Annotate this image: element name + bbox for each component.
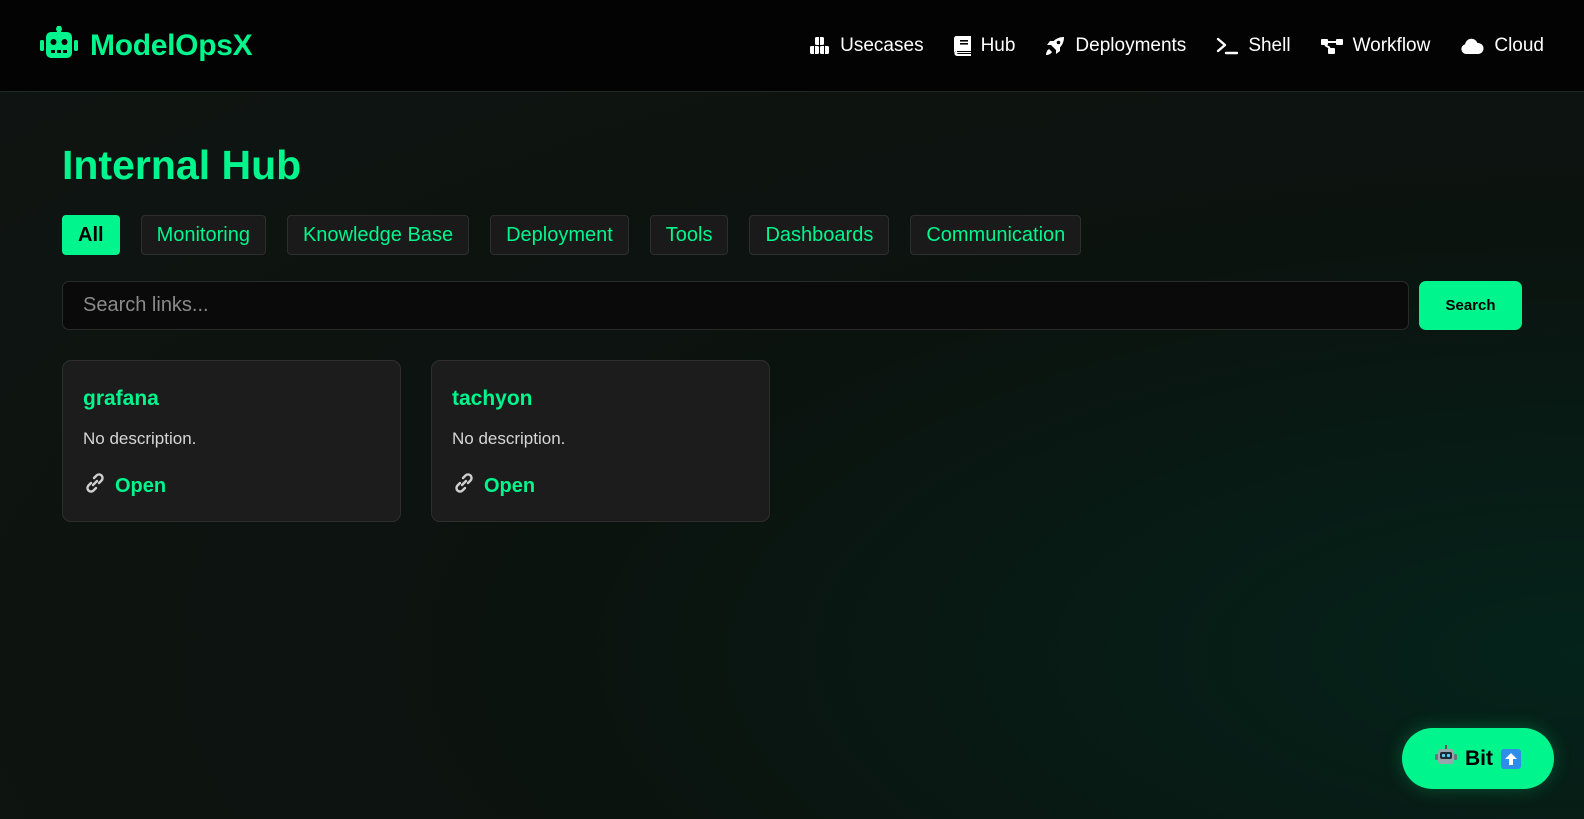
robot-icon	[40, 26, 78, 65]
card-open-link[interactable]: Open	[83, 471, 380, 501]
search-button[interactable]: Search	[1419, 281, 1522, 330]
nav-item-label: Deployments	[1075, 34, 1187, 56]
nav-item-workflow[interactable]: Workflow	[1320, 34, 1431, 57]
cubes-icon	[809, 36, 830, 56]
arrow-up-icon	[1501, 748, 1521, 769]
filter-knowledge-base[interactable]: Knowledge Base	[286, 215, 470, 255]
link-icon	[452, 471, 476, 501]
card-link-label: Open	[484, 474, 536, 497]
link-card-grafana: grafana No description. Open	[62, 360, 401, 522]
filter-monitoring[interactable]: Monitoring	[140, 215, 266, 255]
nav-item-hub[interactable]: Hub	[953, 34, 1016, 57]
filter-tools[interactable]: Tools	[649, 215, 729, 255]
cloud-icon	[1460, 37, 1484, 55]
filter-dashboards[interactable]: Dashboards	[749, 215, 890, 255]
card-link-label: Open	[115, 474, 167, 497]
nav-item-label: Usecases	[840, 34, 924, 56]
card-description: No description.	[452, 429, 566, 448]
card-title: grafana	[83, 387, 159, 410]
nav-item-usecases[interactable]: Usecases	[809, 34, 924, 57]
rocket-icon	[1045, 36, 1065, 56]
brand[interactable]: ModelOpsX	[40, 26, 253, 65]
search-bar: Search	[62, 281, 1522, 330]
nav-item-label: Workflow	[1352, 34, 1431, 56]
main-content: Internal Hub All Monitoring Knowledge Ba…	[0, 92, 1584, 522]
nav-item-label: Shell	[1248, 34, 1291, 56]
filter-communication[interactable]: Communication	[910, 215, 1082, 255]
nav-links: Usecases Hub Deployments Shell Workflow …	[809, 35, 1544, 57]
assistant-bit-button[interactable]: Bit	[1402, 728, 1554, 789]
assistant-label: Bit	[1465, 746, 1493, 770]
card-title: tachyon	[452, 387, 533, 410]
nav-item-label: Hub	[980, 34, 1016, 56]
link-card-tachyon: tachyon No description. Open	[431, 360, 770, 522]
link-cards: grafana No description. Open tachyon No	[62, 360, 1522, 522]
nav-item-shell[interactable]: Shell	[1216, 34, 1291, 57]
terminal-icon	[1216, 37, 1239, 55]
category-filters: All Monitoring Knowledge Base Deployment…	[62, 215, 1522, 255]
nav-item-label: Cloud	[1494, 34, 1544, 56]
card-open-link[interactable]: Open	[452, 471, 749, 501]
filter-deployment[interactable]: Deployment	[490, 215, 629, 255]
search-input[interactable]	[62, 281, 1409, 330]
card-description: No description.	[83, 429, 197, 448]
brand-name: ModelOpsX	[90, 28, 253, 62]
diagram-icon	[1320, 37, 1343, 55]
robot-icon	[1435, 744, 1457, 773]
page-title: Internal Hub	[62, 142, 302, 188]
top-navbar: ModelOpsX Usecases Hub Deployments Shell…	[0, 0, 1584, 92]
filter-all[interactable]: All	[62, 215, 120, 255]
nav-item-cloud[interactable]: Cloud	[1460, 35, 1544, 57]
nav-item-deployments[interactable]: Deployments	[1045, 35, 1186, 57]
book-icon	[953, 35, 971, 56]
link-icon	[83, 471, 107, 501]
